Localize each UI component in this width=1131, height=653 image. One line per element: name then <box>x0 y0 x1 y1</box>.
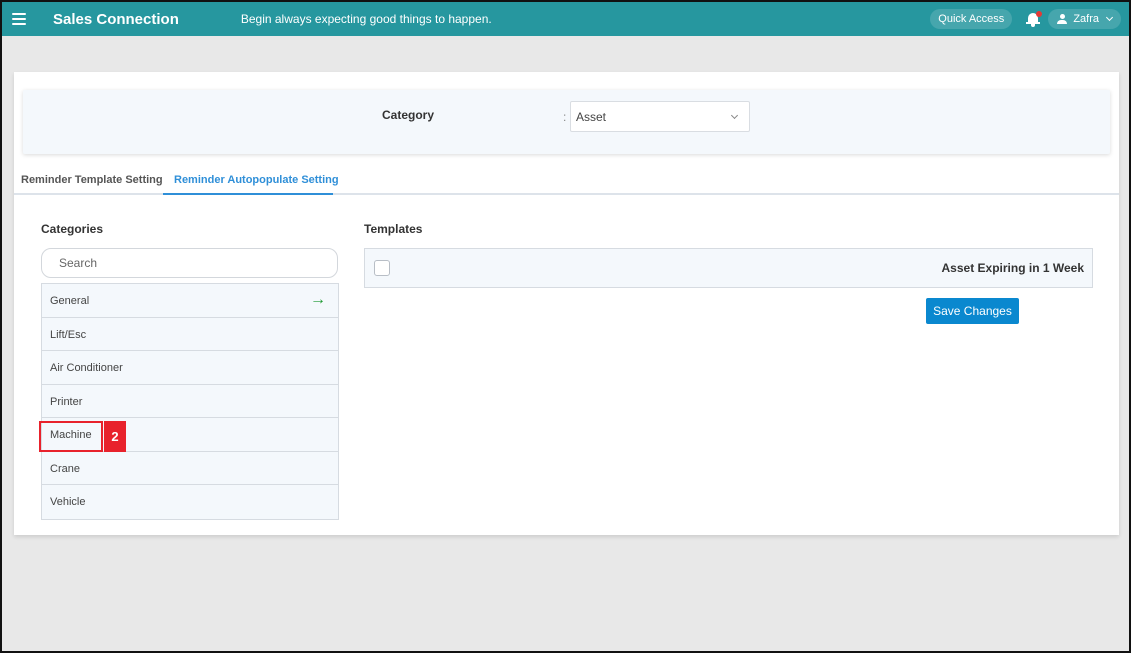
chevron-down-icon <box>1105 13 1114 22</box>
notification-dot <box>1036 11 1043 17</box>
annotation-step-badge: 2 <box>104 421 126 452</box>
category-search-field[interactable] <box>41 248 338 278</box>
chevron-down-icon <box>730 111 739 120</box>
category-search-input[interactable] <box>59 256 319 270</box>
category-item-air-conditioner[interactable]: Air Conditioner <box>42 351 338 385</box>
quick-access-button[interactable]: Quick Access <box>930 9 1013 29</box>
active-tab-indicator <box>163 193 333 195</box>
tab-reminder-autopopulate-setting[interactable]: Reminder Autopopulate Setting <box>174 174 339 186</box>
header-actions: Quick Access Zafra <box>930 2 1121 36</box>
template-name: Asset Expiring in 1 Week <box>941 261 1085 275</box>
annotation-highlight-box <box>39 421 103 452</box>
category-item-label: Printer <box>50 395 83 408</box>
category-item-label: Lift/Esc <box>50 328 87 341</box>
category-select[interactable]: Asset <box>570 101 750 132</box>
notification-bell-icon[interactable] <box>1026 11 1043 27</box>
category-item-general[interactable]: General → <box>42 284 338 318</box>
category-item-label: Crane <box>50 462 80 475</box>
category-item-crane[interactable]: Crane <box>42 451 338 485</box>
templates-heading: Templates <box>364 222 423 236</box>
main-card: Category : Asset Reminder Template Setti… <box>14 72 1119 535</box>
user-name: Zafra <box>1073 13 1099 25</box>
template-checkbox[interactable] <box>374 260 390 276</box>
category-filter-panel: Category : Asset <box>23 90 1110 154</box>
category-item-vehicle[interactable]: Vehicle <box>42 485 338 519</box>
category-item-printer[interactable]: Printer <box>42 384 338 418</box>
category-label: Category <box>382 108 435 122</box>
categories-heading: Categories <box>41 222 104 236</box>
category-select-value: Asset <box>576 110 607 124</box>
tagline: Begin always expecting good things to ha… <box>240 12 492 26</box>
template-row: Asset Expiring in 1 Week <box>364 248 1093 288</box>
save-changes-button[interactable]: Save Changes <box>926 298 1019 324</box>
user-icon <box>1057 14 1068 24</box>
top-navigation-bar: Sales Connection Begin always expecting … <box>2 2 1129 36</box>
category-item-label: Air Conditioner <box>50 362 123 374</box>
category-list: General → Lift/Esc Air Conditioner Print… <box>39 283 339 520</box>
category-item-label: Vehicle <box>50 496 86 508</box>
settings-tabs: Reminder Template Setting Reminder Autop… <box>14 164 1119 195</box>
arrow-right-icon: → <box>310 291 326 308</box>
category-item-machine[interactable]: Machine 2 <box>39 418 338 452</box>
category-item-lift-esc[interactable]: Lift/Esc <box>42 317 338 351</box>
user-menu-button[interactable]: Zafra <box>1048 9 1121 29</box>
tab-reminder-template-setting[interactable]: Reminder Template Setting <box>21 174 163 186</box>
colon-separator: : <box>563 110 567 124</box>
menu-icon[interactable] <box>12 13 26 25</box>
app-title[interactable]: Sales Connection <box>53 11 179 28</box>
category-item-label: General <box>50 295 90 307</box>
